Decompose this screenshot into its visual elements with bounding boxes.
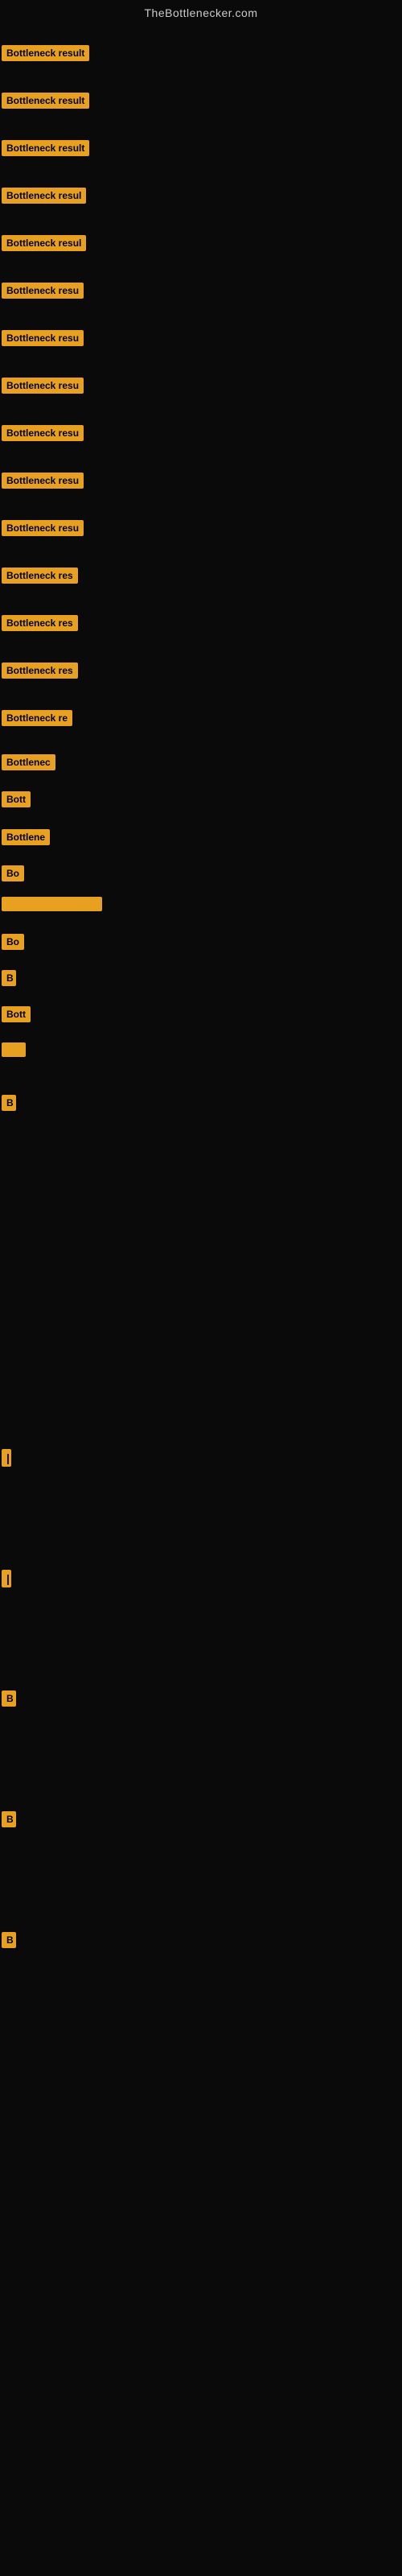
bottleneck-badge-28: B <box>2 1690 16 1707</box>
bottleneck-badge-19: Bo <box>2 865 24 881</box>
bottleneck-badge-21: Bo <box>2 934 24 950</box>
bottleneck-badge-7: Bottleneck resu <box>2 330 84 346</box>
bottleneck-badge-5: Bottleneck resul <box>2 235 86 251</box>
bottleneck-badge-20 <box>2 897 102 911</box>
bottleneck-badge-6: Bottleneck resu <box>2 283 84 299</box>
bottleneck-badge-15: Bottleneck re <box>2 710 72 726</box>
bottleneck-badge-18: Bottlene <box>2 829 50 845</box>
bottleneck-badge-22: B <box>2 970 16 986</box>
bottleneck-badge-24 <box>2 1042 26 1057</box>
bottleneck-badge-23: Bott <box>2 1006 31 1022</box>
bottleneck-badge-13: Bottleneck res <box>2 615 78 631</box>
bottleneck-badge-9: Bottleneck resu <box>2 425 84 441</box>
bottleneck-badge-26: | <box>2 1449 11 1467</box>
bottleneck-badge-2: Bottleneck result <box>2 93 89 109</box>
bottleneck-badge-14: Bottleneck res <box>2 663 78 679</box>
bottleneck-badge-10: Bottleneck resu <box>2 473 84 489</box>
page-container: TheBottlenecker.com Bottleneck result Bot… <box>0 0 402 2576</box>
bottleneck-badge-30: B <box>2 1932 16 1948</box>
bottleneck-badge-4: Bottleneck resul <box>2 188 86 204</box>
bottleneck-badge-27: | <box>2 1570 11 1587</box>
bottleneck-badge-1: Bottleneck result <box>2 45 89 61</box>
bottleneck-badge-17: Bott <box>2 791 31 807</box>
bottleneck-badge-29: B <box>2 1811 16 1827</box>
site-title: TheBottlenecker.com <box>0 0 402 23</box>
bottleneck-badge-8: Bottleneck resu <box>2 378 84 394</box>
bottleneck-badge-3: Bottleneck result <box>2 140 89 156</box>
bottleneck-badge-25: B <box>2 1095 16 1111</box>
bottleneck-badge-11: Bottleneck resu <box>2 520 84 536</box>
bottleneck-badge-12: Bottleneck res <box>2 568 78 584</box>
bottleneck-badge-16: Bottlenec <box>2 754 55 770</box>
